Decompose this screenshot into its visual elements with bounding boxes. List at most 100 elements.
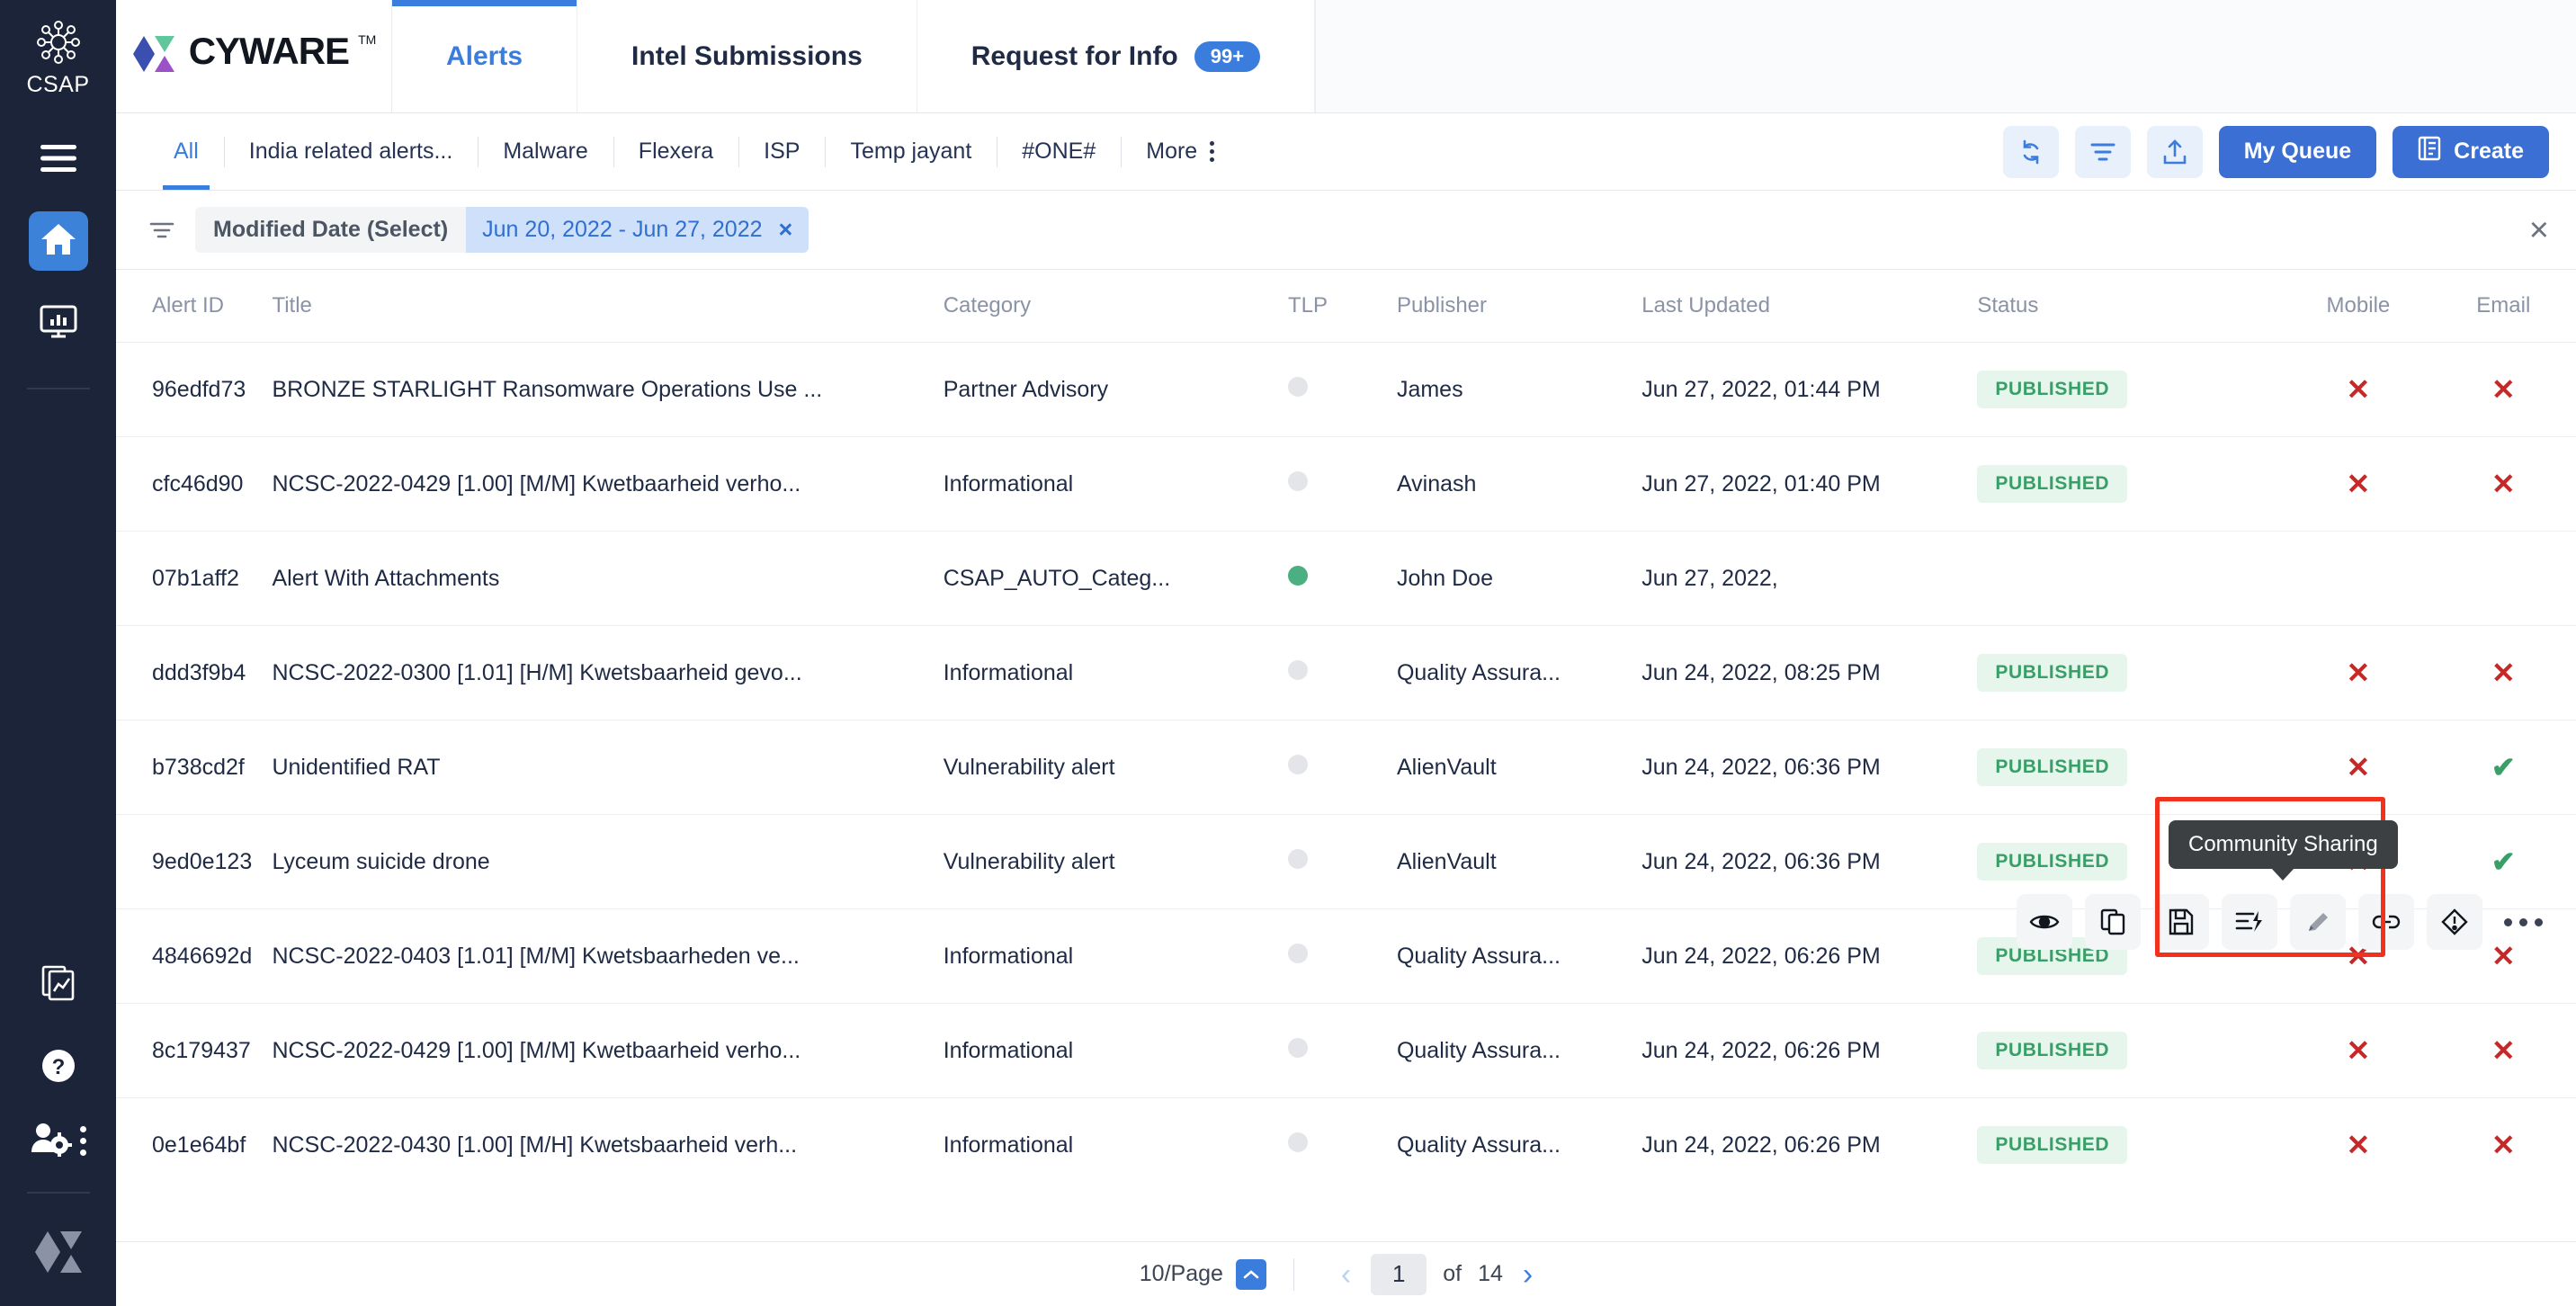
column-header-mobile[interactable]: Mobile bbox=[2285, 270, 2431, 343]
more-options-icon[interactable] bbox=[2495, 894, 2551, 950]
per-page-selector[interactable]: 10/Page bbox=[1139, 1258, 1266, 1290]
cell-tlp bbox=[1287, 625, 1397, 720]
cell-mobile: ✕ bbox=[2285, 1003, 2431, 1098]
current-page-input[interactable]: 1 bbox=[1371, 1253, 1427, 1295]
more-kebab-icon[interactable] bbox=[1210, 141, 1215, 162]
cell-email: ✕ bbox=[2430, 625, 2576, 720]
cell-category: Informational bbox=[943, 625, 1288, 720]
my-queue-button[interactable]: My Queue bbox=[2218, 125, 2377, 178]
cyware-brand[interactable]: CYWARE TM bbox=[116, 0, 392, 112]
my-queue-label: My Queue bbox=[2243, 139, 2352, 164]
column-header-tlp[interactable]: TLP bbox=[1287, 270, 1397, 343]
table-row[interactable]: ddd3f9b4 NCSC-2022-0300 [1.01] [H/M] Kwet… bbox=[116, 625, 2576, 720]
per-page-label: 10/Page bbox=[1139, 1261, 1223, 1286]
cell-title: NCSC-2022-0430 [1.00] [M/H] Kwetsbaarhei… bbox=[272, 1097, 944, 1193]
csap-label: CSAP bbox=[26, 72, 90, 97]
user-menu-kebab-icon[interactable] bbox=[79, 1126, 86, 1156]
sidebar-item-all[interactable]: All bbox=[148, 113, 224, 190]
create-button[interactable]: Create bbox=[2393, 125, 2549, 178]
column-header-publisher[interactable]: Publisher bbox=[1396, 270, 1642, 343]
modified-date-filter-chip[interactable]: Modified Date (Select) Jun 20, 2022 - Ju… bbox=[195, 207, 809, 253]
duplicate-icon[interactable] bbox=[2085, 894, 2141, 950]
tlp-dot-icon bbox=[1287, 470, 1308, 491]
rail-bottom-group: ? bbox=[26, 955, 90, 1306]
sidebar-item-user-settings[interactable] bbox=[31, 1121, 86, 1161]
tlp-dot-icon bbox=[1287, 943, 1308, 963]
filter-chip-value[interactable]: Jun 20, 2022 - Jun 27, 2022 × bbox=[466, 207, 809, 253]
sidebar-item-reports[interactable] bbox=[29, 955, 88, 1015]
create-label: Create bbox=[2454, 139, 2524, 164]
snav-more[interactable]: More bbox=[1121, 113, 1239, 190]
snav-label-india: India related alerts... bbox=[248, 139, 453, 164]
snav-malware[interactable]: Malware bbox=[478, 113, 613, 190]
column-header-alert-id[interactable]: Alert ID bbox=[116, 270, 273, 343]
cell-email bbox=[2430, 531, 2576, 626]
sidebar-item-home[interactable] bbox=[28, 211, 88, 271]
report-incident-icon[interactable] bbox=[2427, 894, 2482, 950]
topbar-filler bbox=[1315, 0, 2576, 112]
tab-request-for-info[interactable]: Request for Info 99+ bbox=[917, 0, 1316, 112]
table-row[interactable]: 0e1e64bf NCSC-2022-0430 [1.00] [M/H] Kwet… bbox=[116, 1097, 2576, 1193]
cell-tlp bbox=[1287, 1097, 1397, 1193]
table-row[interactable]: cfc46d90 NCSC-2022-0429 [1.00] [M/M] Kwet… bbox=[116, 436, 2576, 532]
column-header-status[interactable]: Status bbox=[1977, 270, 2286, 343]
snav-isp[interactable]: ISP bbox=[738, 113, 825, 190]
preview-eye-icon[interactable] bbox=[2017, 894, 2072, 950]
cell-publisher: Quality Assura... bbox=[1396, 625, 1642, 720]
tab-intel-submissions[interactable]: Intel Submissions bbox=[577, 0, 917, 112]
clear-filters-close-icon[interactable]: × bbox=[2529, 213, 2549, 247]
next-page-button[interactable]: › bbox=[1503, 1259, 1552, 1290]
edit-pencil-icon[interactable] bbox=[2290, 894, 2346, 950]
column-header-category[interactable]: Category bbox=[943, 270, 1288, 343]
sidebar-item-help[interactable]: ? bbox=[29, 1038, 88, 1097]
column-header-title[interactable]: Title bbox=[272, 270, 944, 343]
link-icon[interactable] bbox=[2358, 894, 2414, 950]
status-badge: PUBLISHED bbox=[1977, 1126, 2128, 1165]
cell-tlp bbox=[1287, 1003, 1397, 1098]
tab-intel-submissions-label: Intel Submissions bbox=[631, 40, 863, 71]
snav-india-related-alerts[interactable]: India related alerts... bbox=[224, 113, 479, 190]
cell-email: ✕ bbox=[2430, 342, 2576, 437]
snav-one[interactable]: #ONE# bbox=[997, 113, 1121, 190]
tab-alerts[interactable]: Alerts bbox=[392, 0, 578, 112]
row-action-toolbar bbox=[2017, 894, 2551, 950]
column-header-last-updated[interactable]: Last Updated bbox=[1641, 270, 1978, 343]
refresh-icon[interactable] bbox=[2002, 125, 2059, 178]
cell-tlp bbox=[1287, 908, 1397, 1004]
filter-icon[interactable] bbox=[2074, 125, 2131, 178]
table-row[interactable]: 96edfd73 BRONZE STARLIGHT Ransomware Oper… bbox=[116, 342, 2576, 437]
save-icon[interactable] bbox=[2153, 894, 2209, 950]
mobile-cross-icon: ✕ bbox=[2346, 1034, 2371, 1067]
status-badge: PUBLISHED bbox=[1977, 748, 2128, 786]
menu-icon[interactable] bbox=[29, 129, 88, 188]
table-row[interactable]: 8c179437 NCSC-2022-0429 [1.00] [M/M] Kwet… bbox=[116, 1003, 2576, 1098]
pagination-divider bbox=[1292, 1257, 1294, 1291]
cell-tlp bbox=[1287, 342, 1397, 437]
user-settings-icon bbox=[31, 1121, 72, 1161]
mobile-cross-icon: ✕ bbox=[2346, 1129, 2371, 1162]
cell-alert-id: cfc46d90 bbox=[116, 436, 273, 532]
pagination-of-label: of bbox=[1443, 1261, 1462, 1286]
email-check-icon: ✔ bbox=[2491, 751, 2516, 783]
snav-flexera[interactable]: Flexera bbox=[613, 113, 738, 190]
previous-page-button[interactable]: ‹ bbox=[1321, 1259, 1371, 1290]
filter-chip-value-text: Jun 20, 2022 - Jun 27, 2022 bbox=[482, 217, 763, 242]
export-icon[interactable] bbox=[2146, 125, 2203, 178]
snav-temp-jayant[interactable]: Temp jayant bbox=[825, 113, 997, 190]
cell-mobile: ✕ bbox=[2285, 342, 2431, 437]
tlp-dot-icon bbox=[1287, 565, 1308, 586]
community-sharing-icon[interactable] bbox=[2222, 894, 2277, 950]
email-cross-icon: ✕ bbox=[2491, 657, 2516, 689]
cell-publisher: Avinash bbox=[1396, 436, 1642, 532]
filter-chip-remove-icon[interactable]: × bbox=[779, 216, 793, 244]
chevron-up-icon[interactable] bbox=[1235, 1258, 1266, 1290]
cell-title: NCSC-2022-0403 [1.01] [M/M] Kwetsbaarhed… bbox=[272, 908, 944, 1004]
column-header-email[interactable]: Email bbox=[2430, 270, 2576, 343]
table-row[interactable]: 07b1aff2 Alert With Attachments CSAP_AUTO_… bbox=[116, 531, 2576, 626]
table-row[interactable]: b738cd2f Unidentified RAT Vulnerability al… bbox=[116, 720, 2576, 815]
cell-status: PUBLISHED bbox=[1977, 625, 2286, 720]
sidebar-item-dashboard[interactable] bbox=[29, 294, 88, 353]
cell-publisher: AlienVault bbox=[1396, 814, 1642, 909]
snav-label-malware: Malware bbox=[503, 139, 588, 164]
cell-email: ✔ bbox=[2430, 720, 2576, 815]
